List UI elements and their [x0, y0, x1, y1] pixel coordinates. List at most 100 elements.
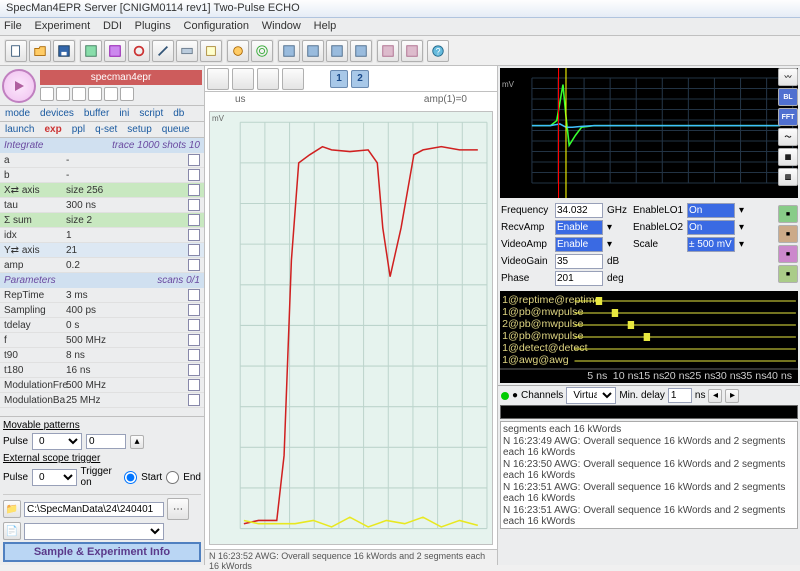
tabs-row1[interactable]: modedevicesbufferiniscriptdb	[0, 106, 204, 122]
tab-queue[interactable]: queue	[157, 122, 195, 137]
tb-save-icon[interactable]	[53, 40, 75, 62]
edit-icon[interactable]	[188, 169, 200, 181]
pulse-spin[interactable]	[86, 434, 126, 449]
scope-plot[interactable]: ns mV	[500, 68, 798, 198]
elo1-input[interactable]	[687, 203, 735, 218]
menu-configuration[interactable]: Configuration	[184, 20, 249, 32]
tab-script[interactable]: script	[134, 106, 168, 121]
menu-file[interactable]: File	[4, 20, 22, 32]
param-row[interactable]: t908 ns	[0, 348, 204, 363]
videoamp-input[interactable]	[555, 237, 603, 252]
param-row[interactable]: ModulationFre500 MHz	[0, 378, 204, 393]
timing-diagram[interactable]: 1@reptime@reptime1@pb@mwpulse2@pb@mwpuls…	[500, 291, 798, 383]
edit-icon[interactable]	[188, 304, 200, 316]
spin-up-icon[interactable]: ▴	[130, 435, 144, 449]
browse-icon[interactable]: ⋯	[167, 498, 189, 520]
integrate-row[interactable]: amp0.2	[0, 258, 204, 273]
edit-icon[interactable]	[188, 349, 200, 361]
rt-fft-icon[interactable]: FFT	[778, 108, 798, 126]
plot-tab-1[interactable]: 1	[330, 70, 348, 88]
folder2-icon[interactable]: 📄	[3, 522, 21, 540]
rt-g3-icon[interactable]: ■	[778, 245, 798, 263]
tab-ppl[interactable]: ppl	[67, 122, 90, 137]
run-button[interactable]	[2, 69, 36, 103]
menubar[interactable]: File Experiment DDI Plugins Configuratio…	[0, 18, 800, 36]
plot-tb1-icon[interactable]	[207, 68, 229, 90]
param-row[interactable]: tdelay0 s	[0, 318, 204, 333]
freq-input[interactable]	[555, 203, 603, 218]
param-row[interactable]: f500 MHz	[0, 333, 204, 348]
tab-setup[interactable]: setup	[122, 122, 156, 137]
trigger-start-radio[interactable]	[124, 471, 137, 484]
main-plot[interactable]: mV	[209, 111, 493, 545]
folder-icon[interactable]: 📁	[3, 500, 21, 518]
tab-db[interactable]: db	[168, 106, 189, 121]
transport-buttons[interactable]	[40, 87, 202, 101]
rt-g4-icon[interactable]: ■	[778, 265, 798, 283]
edit-icon[interactable]	[188, 334, 200, 346]
menu-help[interactable]: Help	[314, 20, 337, 32]
scale-input[interactable]	[687, 237, 735, 252]
param-row[interactable]: ModulationBa25 MHz	[0, 393, 204, 408]
edit-icon[interactable]	[188, 184, 200, 196]
file-select[interactable]	[24, 523, 164, 540]
menu-plugins[interactable]: Plugins	[135, 20, 171, 32]
tab-ini[interactable]: ini	[114, 106, 134, 121]
tb-gear-icon[interactable]	[251, 40, 273, 62]
edit-icon[interactable]	[188, 259, 200, 271]
trigger-end-radio[interactable]	[166, 471, 179, 484]
edit-icon[interactable]	[188, 244, 200, 256]
plot-tb3-icon[interactable]	[257, 68, 279, 90]
mindelay-input[interactable]	[668, 388, 692, 403]
integrate-row[interactable]: Y⇄ axis21	[0, 243, 204, 258]
tb-q1-icon[interactable]	[377, 40, 399, 62]
edit-icon[interactable]	[188, 229, 200, 241]
tb-u2-icon[interactable]	[104, 40, 126, 62]
tb-p4-icon[interactable]	[350, 40, 372, 62]
rt-wav-icon[interactable]: 〜	[778, 128, 798, 146]
tb-q2-icon[interactable]	[401, 40, 423, 62]
trigger-pulse-select[interactable]: 0	[32, 469, 77, 486]
rt-1-icon[interactable]: 〰	[778, 68, 798, 86]
tab-buffer[interactable]: buffer	[79, 106, 114, 121]
tb-p2-icon[interactable]	[302, 40, 324, 62]
plot-tb2-icon[interactable]	[232, 68, 254, 90]
tab-devices[interactable]: devices	[35, 106, 79, 121]
timing-nav1-icon[interactable]: ◂	[708, 389, 722, 403]
tabs-row2[interactable]: launchexppplq-setsetupqueue	[0, 122, 204, 138]
integrate-row[interactable]: Σ sumsize 2	[0, 213, 204, 228]
edit-icon[interactable]	[188, 394, 200, 406]
tb-u5-icon[interactable]	[176, 40, 198, 62]
edit-icon[interactable]	[188, 199, 200, 211]
menu-experiment[interactable]: Experiment	[35, 20, 91, 32]
tab-launch[interactable]: launch	[0, 122, 39, 137]
param-row[interactable]: t18016 ns	[0, 363, 204, 378]
recvamp-input[interactable]	[555, 220, 603, 235]
tb-ref-icon[interactable]	[227, 40, 249, 62]
phase-input[interactable]	[555, 271, 603, 286]
rt-5-icon[interactable]: ▦	[778, 148, 798, 166]
plot-tab-2[interactable]: 2	[351, 70, 369, 88]
pulse-select[interactable]: 0	[32, 433, 82, 450]
rt-g1-icon[interactable]: ■	[778, 205, 798, 223]
timing-scrollbar[interactable]	[500, 405, 798, 419]
tb-u6-icon[interactable]	[200, 40, 222, 62]
rt-bl-icon[interactable]: BL	[778, 88, 798, 106]
tab-mode[interactable]: mode	[0, 106, 35, 121]
edit-icon[interactable]	[188, 289, 200, 301]
integrate-row[interactable]: b-	[0, 168, 204, 183]
rt-6-icon[interactable]: ▥	[778, 168, 798, 186]
edit-icon[interactable]	[188, 364, 200, 376]
tb-p3-icon[interactable]	[326, 40, 348, 62]
tb-help-icon[interactable]: ?	[427, 40, 449, 62]
param-row[interactable]: RepTime3 ms	[0, 288, 204, 303]
log-output[interactable]: segments each 16 kWordsN 16:23:49 AWG: O…	[500, 421, 798, 529]
edit-icon[interactable]	[188, 154, 200, 166]
channels-select[interactable]: Virtual	[566, 387, 616, 404]
edit-icon[interactable]	[188, 319, 200, 331]
sample-experiment-info-button[interactable]: Sample & Experiment Info	[3, 542, 201, 562]
elo2-input[interactable]	[687, 220, 735, 235]
tab-qset[interactable]: q-set	[90, 122, 122, 137]
videogain-input[interactable]	[555, 254, 603, 269]
integrate-row[interactable]: tau300 ns	[0, 198, 204, 213]
